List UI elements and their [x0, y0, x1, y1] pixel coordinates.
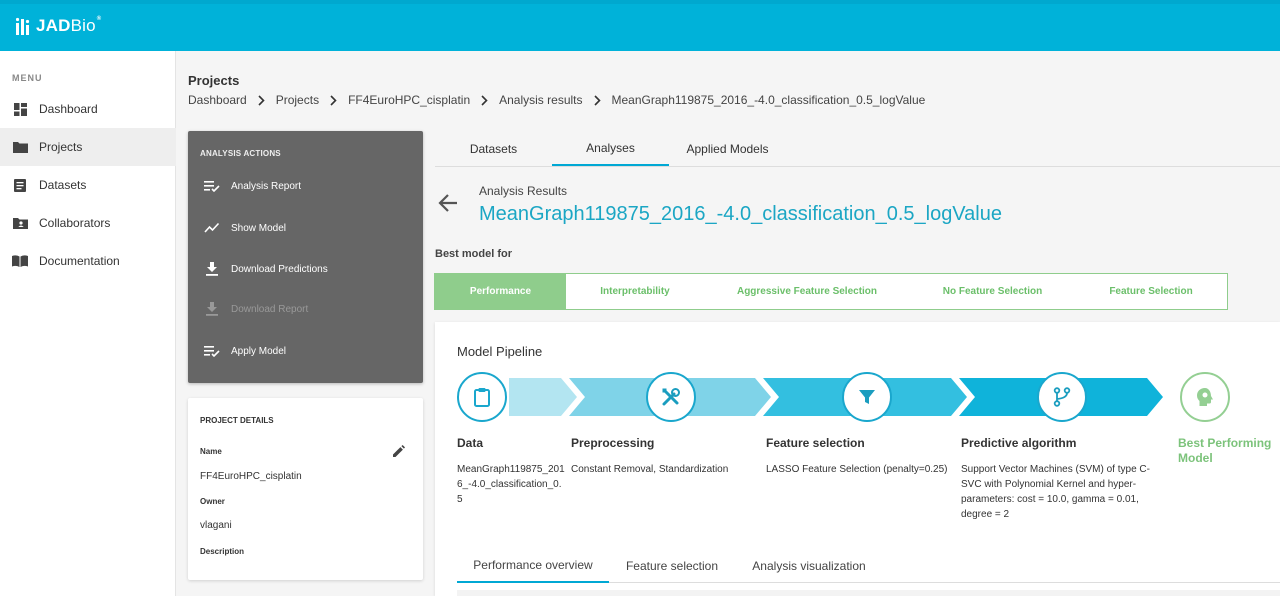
data-step-desc: MeanGraph119875_2016_-4.0_classification… [457, 464, 565, 505]
chevron-right-icon [481, 94, 488, 106]
predictive-step-title: Predictive algorithm [961, 436, 1077, 450]
sidebar-item-label: Collaborators [39, 216, 111, 230]
arrow-back-icon[interactable] [437, 192, 459, 219]
sidebar-item-label: Projects [39, 140, 83, 154]
sidebar: MENU Dashboard Projects Datasets Collabo… [0, 51, 176, 596]
owner-label: Owner [200, 497, 225, 506]
sidebar-item-collaborators[interactable]: Collaborators [0, 204, 176, 242]
tab-analysis-visualization[interactable]: Analysis visualization [735, 548, 883, 583]
sidebar-item-documentation[interactable]: Documentation [0, 242, 176, 280]
brain-head-icon [1197, 388, 1213, 406]
name-value: FF4EuroHPC_cisplatin [200, 471, 302, 482]
apply-model-action[interactable]: Apply Model [188, 336, 423, 366]
tools-icon [662, 388, 680, 406]
name-label: Name [200, 447, 222, 456]
segment-performance[interactable]: Performance [435, 274, 566, 309]
tab-analyses[interactable]: Analyses [552, 131, 669, 166]
breadcrumb-analysis-results[interactable]: Analysis results [499, 93, 582, 107]
trend-line-icon [204, 220, 220, 236]
apply-list-icon [204, 343, 220, 359]
tab-feature-selection[interactable]: Feature selection [609, 548, 735, 583]
chevron-right-icon [330, 94, 337, 106]
logo-text: JADBio® [36, 16, 102, 35]
data-step-title: Data [457, 436, 484, 450]
download-icon [204, 261, 220, 277]
clipboard-icon [474, 388, 490, 407]
dataset-icon [12, 177, 28, 193]
segment-interpretability[interactable]: Interpretability [566, 274, 704, 309]
preprocessing-step-title: Preprocessing [571, 436, 655, 450]
sidebar-item-label: Datasets [39, 178, 87, 192]
sidebar-item-label: Dashboard [39, 102, 98, 116]
branch-icon [1053, 387, 1071, 407]
results-tabs: Performance overview Feature selection A… [457, 548, 1280, 583]
action-label: Apply Model [231, 345, 287, 357]
pipeline-arrow-data [509, 378, 577, 416]
description-label: Description [200, 547, 245, 556]
owner-value: vlagani [200, 520, 232, 531]
download-icon [204, 301, 220, 317]
analysis-title: MeanGraph119875_2016_-4.0_classification… [479, 203, 1002, 225]
content-strip [457, 590, 1280, 596]
top-tabs: Datasets Analyses Applied Models [435, 131, 1280, 167]
collaborators-icon [12, 215, 28, 231]
best-model-selector: Performance Interpretability Aggressive … [434, 273, 1228, 310]
preprocessing-step-desc: Constant Removal, Standardization [571, 464, 729, 475]
filter-icon [859, 390, 875, 404]
analysis-actions-panel: ANALYSIS ACTIONS Analysis Report Show Mo… [188, 131, 423, 383]
action-label: Analysis Report [231, 180, 302, 192]
feature-selection-step-title: Feature selection [766, 436, 865, 450]
predictive-step-circle[interactable] [1037, 372, 1087, 422]
segment-no-feature-selection[interactable]: No Feature Selection [910, 274, 1075, 309]
action-label: Download Report [231, 303, 309, 315]
best-performing-model-label: Best Performing Model [1178, 436, 1272, 465]
best-model-circle[interactable] [1180, 372, 1230, 422]
jadbio-logo-icon [16, 17, 30, 35]
pencil-icon[interactable] [393, 444, 405, 462]
sidebar-item-label: Documentation [39, 254, 120, 268]
segment-aggressive-feature-selection[interactable]: Aggressive Feature Selection [704, 274, 910, 309]
show-model-action[interactable]: Show Model [188, 213, 423, 243]
preprocessing-step-circle[interactable] [646, 372, 696, 422]
folder-icon [12, 139, 28, 155]
feature-selection-step-desc: LASSO Feature Selection (penalty=0.25) [766, 464, 948, 475]
action-label: Show Model [231, 222, 287, 234]
menu-title: MENU [12, 73, 43, 83]
tab-performance-overview[interactable]: Performance overview [457, 548, 609, 583]
details-title: PROJECT DETAILS [200, 416, 274, 425]
breadcrumb-projects[interactable]: Projects [276, 93, 319, 107]
segment-feature-selection[interactable]: Feature Selection [1075, 274, 1227, 309]
model-pipeline-card: Model Pipeline Data Preprocessing Featur… [435, 322, 1280, 596]
actions-title: ANALYSIS ACTIONS [200, 149, 281, 158]
breadcrumb-dashboard[interactable]: Dashboard [188, 93, 247, 107]
predictive-step-desc: Support Vector Machines (SVM) of type C-… [961, 464, 1150, 520]
chevron-right-icon [258, 94, 265, 106]
breadcrumb-analysis[interactable]: MeanGraph119875_2016_-4.0_classification… [612, 93, 926, 107]
action-label: Download Predictions [231, 263, 328, 275]
top-accent-line [0, 0, 1280, 4]
best-model-for-label: Best model for [435, 248, 513, 260]
project-details-panel: PROJECT DETAILS Name FF4EuroHPC_cisplati… [188, 398, 423, 580]
sidebar-item-projects[interactable]: Projects [0, 128, 176, 166]
chevron-right-icon [593, 94, 601, 106]
app-logo[interactable]: JADBio® [16, 16, 101, 36]
download-predictions-action[interactable]: Download Predictions [188, 254, 423, 284]
book-icon [12, 253, 28, 269]
download-report-action[interactable]: Download Report [188, 294, 423, 324]
top-app-bar: JADBio® [0, 0, 1280, 51]
data-step-circle[interactable] [457, 372, 507, 422]
breadcrumb: Dashboard Projects FF4EuroHPC_cisplatin … [188, 93, 925, 107]
page-title: Projects [188, 73, 240, 88]
feature-selection-step-circle[interactable] [842, 372, 892, 422]
report-list-icon [204, 178, 220, 194]
analysis-results-label: Analysis Results [479, 184, 568, 198]
breadcrumb-project[interactable]: FF4EuroHPC_cisplatin [348, 93, 470, 107]
dashboard-icon [12, 101, 28, 117]
sidebar-item-dashboard[interactable]: Dashboard [0, 90, 176, 128]
tab-applied-models[interactable]: Applied Models [669, 131, 786, 166]
tab-datasets[interactable]: Datasets [435, 131, 552, 166]
sidebar-item-datasets[interactable]: Datasets [0, 166, 176, 204]
analysis-report-action[interactable]: Analysis Report [188, 171, 423, 201]
